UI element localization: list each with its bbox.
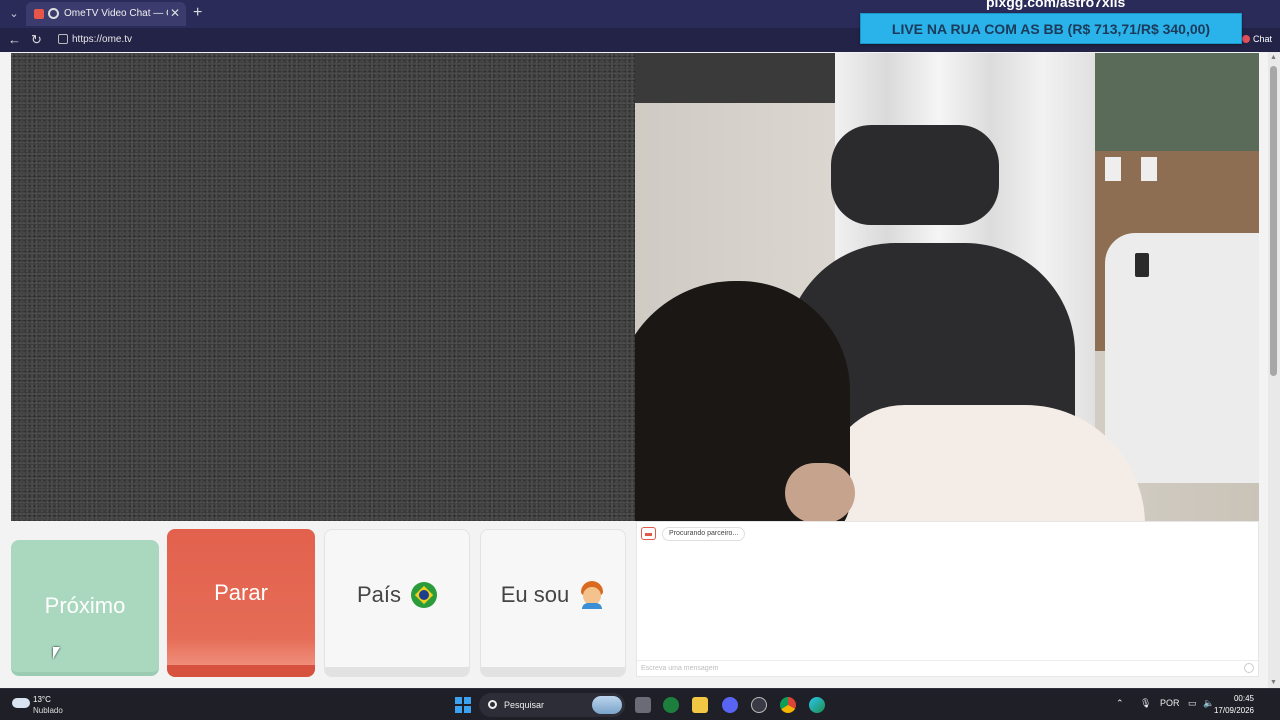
start-windows-icon[interactable]	[455, 697, 471, 713]
recording-icon	[48, 8, 59, 19]
chat-dot-icon	[1241, 35, 1250, 43]
xbox-icon[interactable]	[663, 697, 679, 713]
emoji-icon[interactable]	[1244, 663, 1254, 673]
weather-description[interactable]: Nublado	[33, 706, 63, 715]
tab-title: OmeTV Video Chat — Omegle	[64, 8, 168, 19]
next-button-label: Próximo	[44, 593, 126, 618]
country-button[interactable]: País	[324, 529, 470, 677]
url-text: https://ome.tv	[72, 34, 133, 45]
country-button-label: País	[356, 581, 402, 607]
clock-date[interactable]: 17/09/2026	[1214, 706, 1254, 715]
video-green-wall	[1095, 53, 1259, 151]
edge-icon[interactable]	[809, 697, 825, 713]
clock-time[interactable]: 00:45	[1234, 694, 1254, 703]
brazil-flag-icon	[411, 581, 438, 608]
partner-video	[11, 53, 635, 521]
search-highlight-image	[592, 696, 622, 714]
video-bed	[1105, 233, 1259, 483]
video-shadow	[635, 53, 835, 103]
video-ear	[785, 463, 855, 521]
video-headrest	[831, 125, 999, 225]
message-input[interactable]: Escreva uma mensagem	[637, 660, 1258, 676]
stop-button[interactable]: Parar	[167, 529, 315, 677]
stop-button-label: Parar	[214, 580, 268, 605]
ometv-logo-icon	[641, 527, 656, 540]
gender-button[interactable]: Eu sou	[480, 529, 626, 677]
task-view-icon[interactable]	[635, 697, 651, 713]
tab-list-chevron-icon[interactable]: ⌄	[6, 6, 22, 22]
tray-expand-icon[interactable]: ⌃	[1116, 698, 1124, 709]
video-switch	[1105, 157, 1121, 181]
search-label: Pesquisar	[504, 700, 545, 710]
chrome-icon[interactable]	[780, 697, 796, 713]
browser-tab[interactable]: OmeTV Video Chat — Omegle ✕	[26, 2, 186, 26]
discord-icon[interactable]	[722, 697, 738, 713]
network-icon[interactable]: ▭	[1188, 698, 1197, 709]
gender-button-label: Eu sou	[500, 581, 570, 607]
own-camera-video	[635, 53, 1259, 521]
stream-goal-banner: LIVE NA RUA COM AS BB (R$ 713,71/R$ 340,…	[860, 13, 1242, 44]
volume-icon[interactable]: 🔈	[1203, 698, 1214, 709]
next-button[interactable]: Próximo	[11, 540, 159, 676]
weather-temperature[interactable]: 13°C	[33, 695, 51, 704]
chat-button[interactable]: Chat	[1241, 34, 1272, 44]
scroll-down-icon[interactable]: ▼	[1270, 679, 1277, 686]
search-icon	[488, 700, 497, 709]
scroll-up-icon[interactable]: ▲	[1270, 54, 1277, 61]
microphone-icon[interactable]: 🎙	[1140, 698, 1151, 709]
video-switch	[1141, 157, 1157, 181]
mouse-cursor-icon	[53, 647, 60, 659]
obs-icon[interactable]	[751, 697, 767, 713]
cloud-icon[interactable]	[12, 698, 30, 708]
windows-taskbar: 13°C Nublado Pesquisar ⌃ 🎙 POR ▭ 🔈 00:45…	[0, 688, 1280, 720]
close-tab-icon[interactable]: ✕	[170, 6, 180, 20]
new-tab-button[interactable]: +	[193, 4, 202, 22]
chat-panel: Procurando parceiro... Escreva uma mensa…	[636, 521, 1259, 677]
chat-button-label: Chat	[1252, 34, 1272, 44]
ometv-favicon-icon	[34, 9, 44, 19]
language-indicator[interactable]: POR	[1160, 698, 1180, 708]
overlay-url: pixgg.com/astro7xlis	[986, 0, 1126, 10]
video-outlet	[1135, 253, 1149, 277]
scroll-thumb[interactable]	[1270, 66, 1277, 376]
chat-status-message: Procurando parceiro...	[662, 527, 746, 541]
site-info-icon[interactable]	[58, 34, 68, 44]
back-icon[interactable]: ←	[8, 32, 21, 47]
banner-text: LIVE NA RUA COM AS BB (R$ 713,71/R$ 340,…	[891, 20, 1211, 37]
taskbar-search[interactable]: Pesquisar	[479, 693, 625, 717]
boy-face-icon	[579, 580, 605, 609]
scrollbar[interactable]: ▲ ▼	[1268, 52, 1280, 688]
reload-icon[interactable]: ↻	[31, 32, 42, 48]
file-explorer-icon[interactable]	[692, 697, 708, 713]
